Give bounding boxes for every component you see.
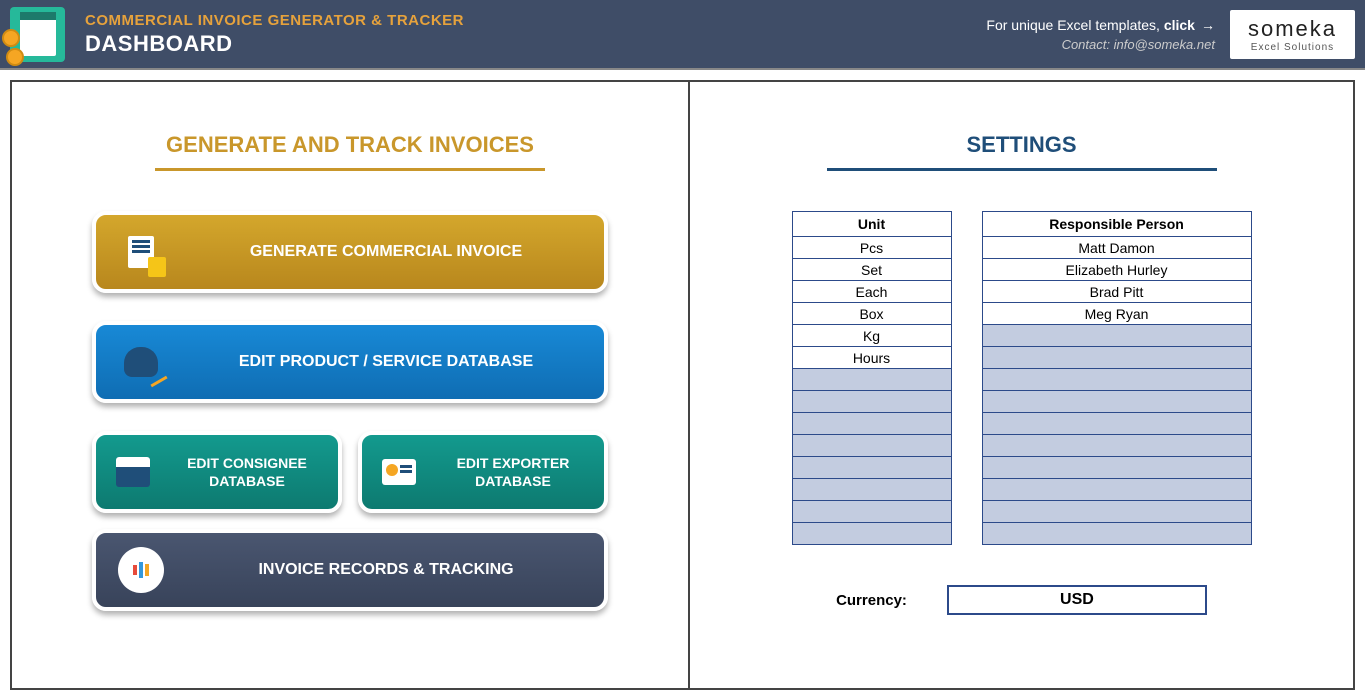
person-cell[interactable] [982, 435, 1251, 457]
generate-panel: GENERATE AND TRACK INVOICES GENERATE COM… [10, 80, 690, 690]
person-cell[interactable] [982, 523, 1251, 545]
person-cell[interactable]: Elizabeth Hurley [982, 259, 1251, 281]
person-cell[interactable] [982, 325, 1251, 347]
settings-section-title: SETTINGS [690, 132, 1353, 181]
generate-section-title: GENERATE AND TRACK INVOICES [12, 132, 688, 181]
unit-cell[interactable] [792, 391, 951, 413]
app-title: COMMERCIAL INVOICE GENERATOR & TRACKER [85, 12, 986, 29]
page-title: DASHBOARD [85, 31, 986, 57]
person-cell[interactable]: Meg Ryan [982, 303, 1251, 325]
unit-header: Unit [792, 212, 951, 237]
edit-product-database-button[interactable]: EDIT PRODUCT / SERVICE DATABASE [92, 321, 608, 403]
database-icon [118, 339, 164, 385]
unit-cell[interactable]: Box [792, 303, 951, 325]
unit-cell[interactable]: Pcs [792, 237, 951, 259]
consignee-icon [110, 449, 156, 495]
person-cell[interactable] [982, 369, 1251, 391]
chart-icon [118, 547, 164, 593]
edit-consignee-database-button[interactable]: EDIT CONSIGNEE DATABASE [92, 431, 342, 513]
unit-cell[interactable] [792, 457, 951, 479]
unit-cell[interactable] [792, 523, 951, 545]
generate-invoice-button[interactable]: GENERATE COMMERCIAL INVOICE [92, 211, 608, 293]
unit-cell[interactable]: Hours [792, 347, 951, 369]
contact-info: Contact: info@someka.net [986, 37, 1215, 52]
person-cell[interactable]: Brad Pitt [982, 281, 1251, 303]
person-header: Responsible Person [982, 212, 1251, 237]
exporter-icon [376, 449, 422, 495]
templates-link[interactable]: For unique Excel templates, click→ [986, 17, 1215, 33]
header-right: For unique Excel templates, click→ Conta… [986, 17, 1215, 52]
unit-cell[interactable]: Set [792, 259, 951, 281]
currency-row: Currency: USD [730, 585, 1313, 615]
unit-cell[interactable] [792, 501, 951, 523]
unit-table: Unit PcsSetEachBoxKgHours [792, 211, 952, 545]
header-titles: COMMERCIAL INVOICE GENERATOR & TRACKER D… [85, 12, 986, 57]
person-cell[interactable] [982, 347, 1251, 369]
unit-cell[interactable] [792, 479, 951, 501]
unit-cell[interactable] [792, 369, 951, 391]
person-cell[interactable] [982, 413, 1251, 435]
invoice-icon [118, 229, 164, 275]
person-cell[interactable]: Matt Damon [982, 237, 1251, 259]
person-cell[interactable] [982, 457, 1251, 479]
person-cell[interactable] [982, 391, 1251, 413]
unit-cell[interactable]: Kg [792, 325, 951, 347]
person-cell[interactable] [982, 479, 1251, 501]
person-cell[interactable] [982, 501, 1251, 523]
unit-cell[interactable] [792, 435, 951, 457]
invoice-records-button[interactable]: INVOICE RECORDS & TRACKING [92, 529, 608, 611]
app-header: COMMERCIAL INVOICE GENERATOR & TRACKER D… [0, 0, 1365, 68]
edit-exporter-database-button[interactable]: EDIT EXPORTER DATABASE [358, 431, 608, 513]
app-logo-icon [10, 7, 65, 62]
settings-panel: SETTINGS Unit PcsSetEachBoxKgHours Respo… [688, 80, 1355, 690]
currency-value[interactable]: USD [947, 585, 1207, 615]
person-table: Responsible Person Matt DamonElizabeth H… [982, 211, 1252, 545]
unit-cell[interactable]: Each [792, 281, 951, 303]
brand-logo[interactable]: someka Excel Solutions [1230, 10, 1355, 59]
unit-cell[interactable] [792, 413, 951, 435]
currency-label: Currency: [836, 592, 907, 609]
main-content: GENERATE AND TRACK INVOICES GENERATE COM… [0, 70, 1365, 700]
arrow-right-icon: → [1201, 17, 1215, 33]
